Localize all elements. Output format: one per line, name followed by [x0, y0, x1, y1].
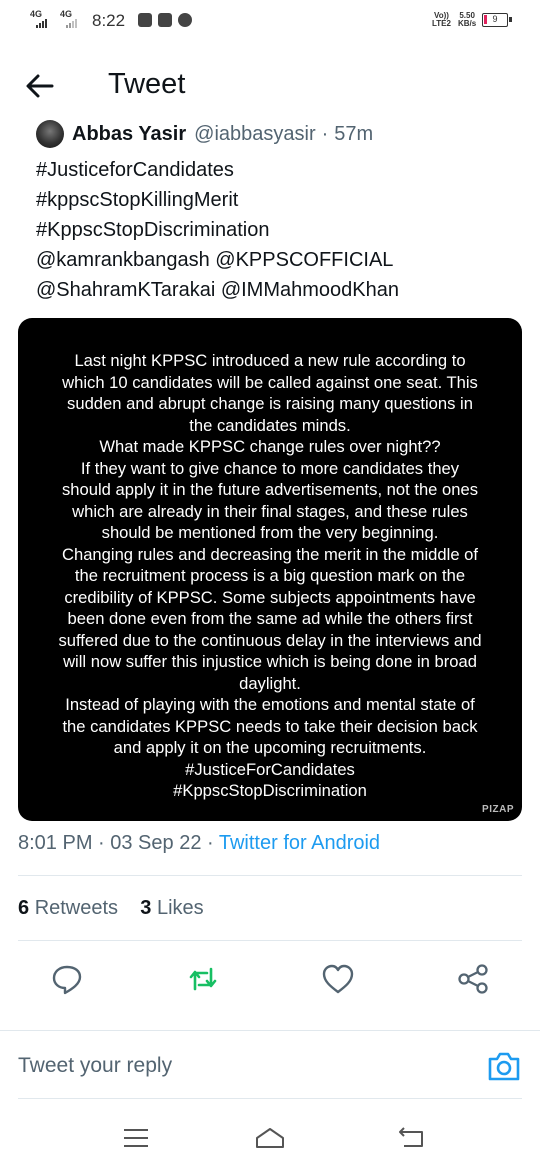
tweet-source-link[interactable]: Twitter for Android [219, 832, 380, 854]
tweet-timestamp: 8:01 PM · 03 Sep 22 · [18, 832, 219, 854]
image-text-line: What made KPPSC change rules over night?… [99, 437, 441, 456]
camera-icon [488, 1052, 520, 1081]
signal-icon-1 [36, 19, 47, 28]
divider [18, 1098, 522, 1099]
back-icon [399, 1127, 423, 1147]
image-text-line: daylight. [239, 673, 301, 693]
divider [18, 875, 522, 876]
image-text-line: Instead of playing with the emotions and… [65, 695, 475, 714]
reply-bar: Tweet your reply [0, 1036, 540, 1098]
image-text-line: #KppscStopDiscrimination [173, 781, 367, 800]
image-text-line: the recruitment process is a big questio… [74, 566, 466, 585]
image-text-line: Last night KPPSC introduced a new rule a… [74, 351, 466, 370]
tweet-image[interactable]: Last night KPPSC introduced a new rule a… [18, 318, 522, 821]
tweet-time-ago: 57m [334, 122, 374, 145]
retweets-label: Retweets [34, 897, 119, 919]
retweets-count: 6 [18, 897, 30, 919]
back-button[interactable] [20, 66, 60, 106]
arrow-left-icon [26, 74, 54, 98]
share-icon [458, 964, 488, 994]
avatar[interactable] [36, 120, 64, 148]
clock: 8:22 [92, 11, 126, 30]
phone-icon [178, 13, 192, 27]
image-text-line: #JusticeForCandidates [185, 759, 355, 779]
system-nav-bar [0, 1110, 540, 1170]
status-bar: 4G 4G 8:22 Vo)) LTE2 5.50 KB/s 9 [0, 0, 540, 42]
volte-bottom: LTE2 [432, 19, 451, 28]
battery-icon: 9 [482, 13, 512, 27]
image-text-line: suffered due to the continuous delay in … [58, 630, 482, 650]
image-text-line: which 10 candidates will be called again… [62, 372, 478, 392]
image-text-line: been done even from the same ad while th… [67, 609, 473, 628]
image-text-line: Changing rules and decreasing the merit … [61, 544, 478, 564]
divider [18, 940, 522, 941]
image-text-line: the candidates KPPSC needs to take their… [62, 716, 478, 736]
image-text-line: credibility of KPPSC. Some subjects appo… [64, 587, 476, 607]
image-text-line: should be mentioned from the very beginn… [101, 523, 439, 542]
separator: · [321, 122, 329, 145]
tweet-actions [0, 955, 540, 1005]
network-label-2: 4G [60, 9, 73, 19]
likes-label: Likes [156, 897, 204, 919]
mention-line[interactable]: @ShahramKTarakai @IMMahmoodKhan [36, 275, 399, 305]
likes-count: 3 [140, 897, 152, 919]
image-watermark: PIZAP [482, 804, 514, 815]
image-text: Last night KPPSC introduced a new rule a… [26, 350, 514, 802]
likes-stat[interactable]: 3 Likes [140, 897, 203, 919]
retweet-icon [189, 967, 217, 991]
signal-icon-2 [66, 19, 77, 28]
youtube-icon [158, 13, 172, 27]
tweet-meta: 8:01 PM · 03 Sep 22 · Twitter for Androi… [18, 832, 380, 855]
home-icon [256, 1128, 284, 1148]
back-nav-button[interactable] [396, 1124, 428, 1152]
author-handle[interactable]: @iabbasyasir [194, 123, 315, 146]
image-text-line: which are already in their final stages,… [72, 501, 468, 521]
tweet-body: #JusticeforCandidates #kppscStopKillingM… [36, 155, 399, 305]
battery-level: 9 [492, 14, 498, 24]
tweet-stats: 6 Retweets 3 Likes [18, 897, 204, 920]
hashtag-link[interactable]: #kppscStopKillingMerit [36, 185, 399, 215]
image-text-line: and apply it on the upcoming recruitment… [113, 738, 427, 757]
reply-icon [52, 965, 82, 995]
reply-button[interactable] [47, 959, 87, 999]
divider [0, 1030, 540, 1031]
mention-line[interactable]: @kamrankbangash @KPPSCOFFICIAL [36, 245, 399, 275]
menu-icon [124, 1129, 148, 1147]
image-text-line: will now suffer this injustice which is … [63, 652, 477, 671]
volte-indicator: Vo)) LTE2 [432, 12, 451, 28]
like-button[interactable] [318, 959, 358, 999]
speed-unit: KB/s [458, 19, 477, 28]
share-button[interactable] [453, 959, 493, 999]
like-icon [322, 964, 354, 994]
hashtag-link[interactable]: #JusticeforCandidates [36, 155, 399, 185]
message-icon [138, 13, 152, 27]
app-header: Tweet [0, 42, 540, 124]
network-speed: 5.50 KB/s [458, 12, 476, 28]
home-button[interactable] [254, 1124, 286, 1152]
image-text-line: the candidates minds. [189, 415, 351, 435]
author-name[interactable]: Abbas Yasir [72, 123, 186, 146]
camera-button[interactable] [486, 1048, 522, 1084]
image-text-line: sudden and abrupt change is raising many… [67, 394, 473, 413]
network-label-1: 4G [30, 9, 43, 19]
image-text-line: If they want to give chance to more cand… [80, 458, 460, 478]
image-text-line: should apply it in the future advertisem… [61, 480, 479, 499]
hashtag-link[interactable]: #KppscStopDiscrimination [36, 215, 399, 245]
menu-button[interactable] [120, 1124, 152, 1152]
page-title: Tweet [108, 68, 186, 100]
reply-input[interactable]: Tweet your reply [18, 1054, 172, 1078]
retweet-button[interactable] [183, 959, 223, 999]
retweets-stat[interactable]: 6 Retweets [18, 897, 118, 919]
tweet-author-row[interactable]: Abbas Yasir @iabbasyasir · 57m [36, 120, 373, 148]
